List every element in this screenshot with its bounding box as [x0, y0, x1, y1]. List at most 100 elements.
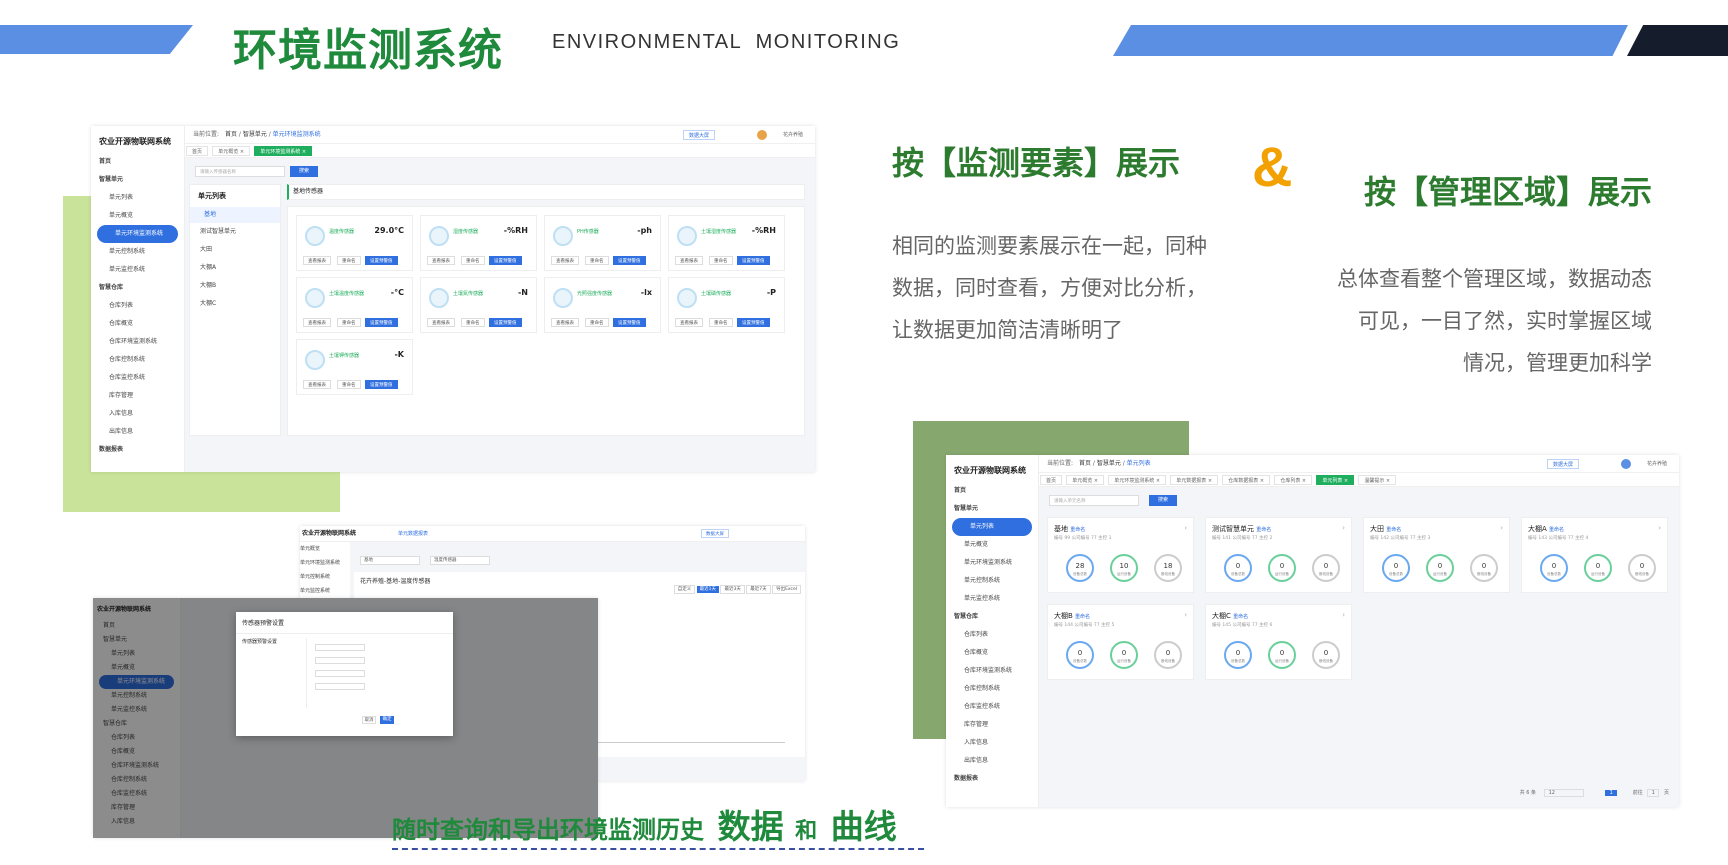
menu-in-stock[interactable]: 入库信息 — [946, 734, 1038, 752]
tab-unit-overview[interactable]: 单元概览 × — [212, 146, 251, 156]
menu-unit-overview[interactable]: 单元概览 — [946, 536, 1038, 554]
set-warning-button[interactable]: 设置预警值 — [365, 318, 398, 327]
view-report-button[interactable]: 查看报表 — [427, 318, 455, 327]
menu-in-stock[interactable]: 入库信息 — [91, 405, 184, 423]
range-custom[interactable]: 自定义 — [673, 585, 696, 594]
export-excel[interactable]: 导出Excel — [772, 585, 801, 594]
menu-ware-env[interactable]: 仓库环境监测系统 — [91, 333, 184, 351]
menu-ware-list[interactable]: 仓库列表 — [91, 297, 184, 315]
set-warning-button[interactable]: 设置预警值 — [489, 318, 522, 327]
tab-item[interactable]: 单元数据报表 × — [1170, 475, 1219, 485]
menu-unit-monitor[interactable]: 单元监控系统 — [91, 261, 184, 279]
menu-ware-env[interactable]: 仓库环境监测系统 — [946, 662, 1038, 680]
unit-card[interactable]: 基地 重命名 编号 99 公司编号 77 主控 1 28 设备总数 10 运行设备 18 断线… — [1047, 517, 1194, 593]
unit-search-input[interactable]: 请输入单元名称 — [1049, 495, 1139, 506]
menu-smart-ware[interactable]: 智慧仓库 — [91, 279, 184, 297]
rename-button[interactable]: 重命名 — [709, 318, 733, 327]
unit-rename-link[interactable]: 重命名 — [1075, 614, 1090, 620]
dialog-cancel[interactable]: 取消 — [362, 716, 376, 724]
set-warning-button[interactable]: 设置预警值 — [737, 256, 770, 265]
tree-item[interactable]: 基地 — [190, 207, 280, 223]
tab-item[interactable]: 温馨提示 × — [1358, 475, 1397, 485]
set-warning-button[interactable]: 设置预警值 — [365, 256, 398, 265]
menu-unit-ctrl[interactable]: 单元控制系统 — [300, 570, 350, 584]
rename-button[interactable]: 重命名 — [585, 318, 609, 327]
dialog-ok[interactable]: 确定 — [380, 716, 394, 724]
menu-ware-monitor[interactable]: 仓库监控系统 — [946, 698, 1038, 716]
unit-card[interactable]: 大田 重命名 编号 142 公司编号 77 主控 3 0 设备总数 0 运行设备 0 断线设备… — [1363, 517, 1510, 593]
breadcrumb-unit[interactable]: 智慧单元 — [1097, 460, 1121, 467]
menu-ware-ctrl[interactable]: 仓库控制系统 — [946, 680, 1038, 698]
breadcrumb-home[interactable]: 首页 — [1079, 460, 1091, 467]
unit-rename-link[interactable]: 重命名 — [1233, 614, 1248, 620]
set-warning-button[interactable]: 设置预警值 — [613, 318, 646, 327]
chevron-right-icon[interactable]: › — [1342, 611, 1345, 619]
tree-item[interactable]: 大棚A — [190, 259, 280, 277]
set-warning-button[interactable]: 设置预警值 — [737, 318, 770, 327]
avatar[interactable] — [757, 130, 767, 140]
view-report-button[interactable]: 查看报表 — [551, 256, 579, 265]
unit-card[interactable]: 大棚A 重命名 编号 143 公司编号 77 主控 4 0 设备总数 0 运行设备 0 断线设… — [1521, 517, 1668, 593]
menu-unit-list[interactable]: 单元列表 — [91, 189, 184, 207]
menu-home[interactable]: 首页 — [91, 153, 184, 171]
unit-rename-link[interactable]: 重命名 — [1386, 527, 1401, 533]
menu-unit-env[interactable]: 单元环境监测系统 — [97, 225, 178, 243]
view-report-button[interactable]: 查看报表 — [303, 380, 331, 389]
menu-unit-list[interactable]: 单元列表 — [952, 518, 1032, 536]
tab-item[interactable]: 单元环境监测系统 × — [1108, 475, 1167, 485]
unit-rename-link[interactable]: 重命名 — [1549, 527, 1564, 533]
menu-unit-overview[interactable]: 单元概览 — [300, 542, 350, 556]
menu-smart-unit[interactable]: 智慧单元 — [946, 500, 1038, 518]
view-report-button[interactable]: 查看报表 — [427, 256, 455, 265]
menu-unit-overview[interactable]: 单元概览 — [91, 207, 184, 225]
view-report-button[interactable]: 查看报表 — [303, 318, 331, 327]
tab-item[interactable]: 单元列表 × — [1316, 475, 1355, 485]
tab-unit-env[interactable]: 单元环境监测系统 × — [254, 146, 313, 156]
unit-search-button[interactable]: 搜索 — [1149, 495, 1177, 506]
tab-item[interactable]: 仓库数据报表 × — [1222, 475, 1271, 485]
unit-card[interactable]: 大棚B 重命名 编号 144 公司编号 77 主控 5 0 设备总数 0 运行设备 0 断线设… — [1047, 604, 1194, 680]
breadcrumb-home[interactable]: 首页 — [225, 131, 237, 138]
tree-item[interactable]: 大棚C — [190, 295, 280, 313]
report-filter[interactable]: 基地 — [360, 556, 420, 565]
view-report-button[interactable]: 查看报表 — [303, 256, 331, 265]
menu-report[interactable]: 数据报表 — [91, 441, 184, 459]
rename-button[interactable]: 重命名 — [461, 256, 485, 265]
range-1d[interactable]: 最近1天 — [696, 586, 720, 593]
menu-stock[interactable]: 库存管理 — [946, 716, 1038, 734]
rename-button[interactable]: 重命名 — [337, 256, 361, 265]
rename-button[interactable]: 重命名 — [337, 380, 361, 389]
chevron-right-icon[interactable]: › — [1658, 524, 1661, 532]
tab-item[interactable]: 单元概览 × — [1066, 475, 1105, 485]
menu-ware-list[interactable]: 仓库列表 — [946, 626, 1038, 644]
rename-button[interactable]: 重命名 — [585, 256, 609, 265]
set-warning-button[interactable]: 设置预警值 — [365, 380, 398, 389]
menu-unit-monitor[interactable]: 单元监控系统 — [946, 590, 1038, 608]
menu-out-stock[interactable]: 出库信息 — [946, 752, 1038, 770]
menu-unit-env[interactable]: 单元环境监测系统 — [300, 556, 350, 570]
pager-size[interactable]: 12 — [1543, 789, 1584, 797]
menu-ware-monitor[interactable]: 仓库监控系统 — [91, 369, 184, 387]
view-report-button[interactable]: 查看报表 — [551, 318, 579, 327]
rename-button[interactable]: 重命名 — [461, 318, 485, 327]
tab-home[interactable]: 首页 — [186, 146, 209, 156]
menu-ware-ctrl[interactable]: 仓库控制系统 — [91, 351, 184, 369]
search-button[interactable]: 搜索 — [290, 166, 318, 177]
user-name[interactable]: 花卉养殖 — [783, 126, 803, 144]
unit-rename-link[interactable]: 重命名 — [1256, 527, 1271, 533]
chevron-right-icon[interactable]: › — [1342, 524, 1345, 532]
set-warning-button[interactable]: 设置预警值 — [613, 256, 646, 265]
menu-unit-env[interactable]: 单元环境监测系统 — [946, 554, 1038, 572]
view-report-button[interactable]: 查看报表 — [675, 318, 703, 327]
menu-unit-ctrl[interactable]: 单元控制系统 — [91, 243, 184, 261]
tree-item[interactable]: 测试智慧单元 — [190, 223, 280, 241]
range-3d[interactable]: 最近3天 — [720, 585, 745, 594]
pager-input[interactable]: 1 — [1647, 789, 1660, 797]
screen-button[interactable]: 数据大屏 — [682, 130, 715, 140]
search-input[interactable]: 请输入传感器名称 — [195, 166, 285, 177]
tree-item[interactable]: 大田 — [190, 241, 280, 259]
chevron-right-icon[interactable]: › — [1184, 611, 1187, 619]
unit-rename-link[interactable]: 重命名 — [1070, 527, 1085, 533]
avatar[interactable] — [1621, 459, 1631, 469]
menu-report[interactable]: 数据报表 — [946, 770, 1038, 788]
